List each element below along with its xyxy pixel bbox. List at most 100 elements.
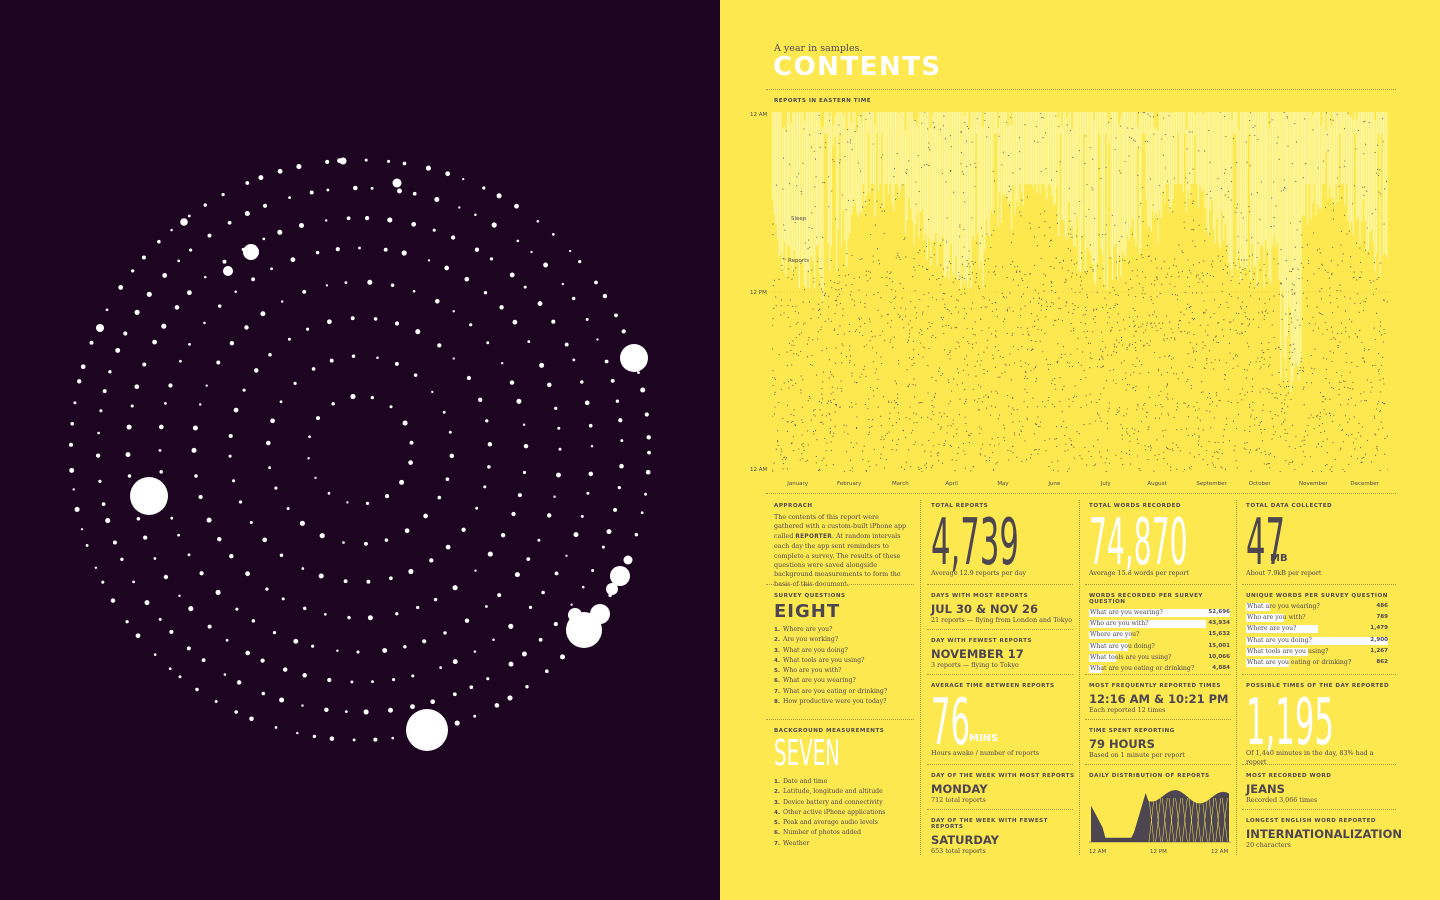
report-dot: [1203, 260, 1205, 262]
report-dot: [775, 184, 777, 186]
report-dot: [932, 334, 934, 336]
report-dot: [1289, 270, 1291, 272]
report-dot: [1304, 118, 1306, 120]
report-dot: [981, 235, 983, 237]
report-dot: [1341, 260, 1343, 262]
report-dot: [1017, 265, 1019, 268]
survey-question-item-number: 1.: [774, 627, 781, 633]
sleep-bar: [1112, 112, 1114, 280]
report-dot: [955, 306, 957, 308]
sleep-bar: [905, 131, 907, 235]
report-dot: [1241, 399, 1243, 401]
sleep-bar: [867, 112, 869, 134]
orbit-dot: [526, 557, 531, 561]
report-dot: [1205, 309, 1207, 311]
report-dot: [1044, 132, 1047, 134]
report-dot: [1040, 258, 1042, 260]
report-dot: [986, 136, 988, 138]
report-dot: [966, 259, 968, 262]
report-dot: [1312, 471, 1314, 472]
report-dot: [1162, 117, 1165, 119]
dow-most-label: DAY OF THE WEEK WITH MOST REPORTS: [931, 773, 1075, 779]
report-dot: [1133, 139, 1135, 141]
sleep-bar: [1088, 112, 1090, 251]
orbit-dot: [346, 501, 349, 504]
report-dot: [1067, 233, 1069, 235]
orbit-dot: [153, 653, 157, 656]
report-dot: [943, 445, 945, 447]
sleep-bar: [842, 114, 844, 211]
report-dot: [1158, 417, 1160, 419]
orbit-dot: [108, 370, 112, 374]
report-dot: [1100, 177, 1102, 179]
sleep-bar: [825, 112, 827, 134]
sleep-bar: [1095, 112, 1097, 285]
report-dot: [1105, 166, 1107, 168]
unique-words-value: 2,900: [1370, 636, 1388, 643]
orbit-dot: [290, 257, 296, 263]
report-dot: [1263, 463, 1265, 465]
report-dot: [1209, 190, 1211, 192]
report-dot: [1125, 282, 1127, 284]
report-dot: [871, 419, 874, 421]
report-dot: [988, 271, 990, 273]
report-dot: [1097, 265, 1099, 267]
sleep-bar: [1322, 112, 1324, 184]
orbit-dot: [152, 339, 157, 345]
report-dot: [1068, 468, 1070, 470]
report-dot: [975, 342, 977, 344]
report-dot: [1171, 448, 1174, 450]
report-dot: [872, 361, 874, 363]
report-dot: [897, 360, 900, 362]
report-dot: [821, 421, 823, 423]
report-dot: [869, 271, 871, 273]
report-dot: [1340, 381, 1342, 384]
report-dot: [1179, 450, 1181, 452]
report-dot: [837, 387, 839, 389]
report-dot: [1284, 432, 1286, 434]
report-dot: [1191, 228, 1193, 231]
report-dot: [1367, 253, 1369, 255]
report-dot: [1212, 275, 1214, 277]
sleep-bar: [1361, 112, 1363, 222]
orbit-dot: [132, 580, 135, 584]
report-dot: [909, 329, 911, 331]
report-dot: [1196, 343, 1198, 345]
report-dot: [941, 172, 943, 174]
background-measurement-item: 1. Date and time: [774, 777, 914, 787]
report-dot: [854, 330, 856, 332]
report-dot: [883, 446, 885, 448]
report-dot: [838, 274, 840, 277]
report-dot: [1332, 442, 1334, 444]
report-dot: [1149, 115, 1151, 118]
report-dot: [1044, 439, 1046, 442]
sleep-bar: [1308, 112, 1310, 184]
orbit-dot: [188, 606, 194, 612]
orbit-dot: [136, 517, 141, 521]
orbit-dot: [423, 513, 428, 519]
report-dot: [1339, 341, 1341, 343]
report-dot: [879, 207, 881, 209]
sleep-bar: [1214, 112, 1216, 244]
report-dot: [1243, 447, 1245, 449]
words-per-question-row: What are you wearing? 52,696: [1089, 608, 1230, 619]
report-dot: [958, 289, 960, 291]
report-dot: [1036, 378, 1038, 380]
report-dot: [1012, 452, 1014, 454]
frequent-times-note: Each reported 12 times: [1089, 706, 1166, 714]
report-dot: [1303, 404, 1305, 406]
report-dot: [1325, 112, 1328, 114]
report-dot: [1232, 367, 1234, 369]
report-dot: [1133, 320, 1135, 322]
report-dot: [849, 345, 851, 347]
report-dot: [1289, 313, 1292, 315]
report-dot: [1166, 180, 1169, 182]
sleep-bar: [1117, 112, 1119, 280]
report-dot: [1142, 256, 1144, 258]
report-dot: [1081, 288, 1083, 290]
report-dot: [1237, 365, 1239, 367]
report-dot: [880, 297, 882, 299]
orbit-dot: [312, 734, 317, 739]
report-dot: [1364, 400, 1366, 402]
report-dot: [888, 401, 890, 403]
